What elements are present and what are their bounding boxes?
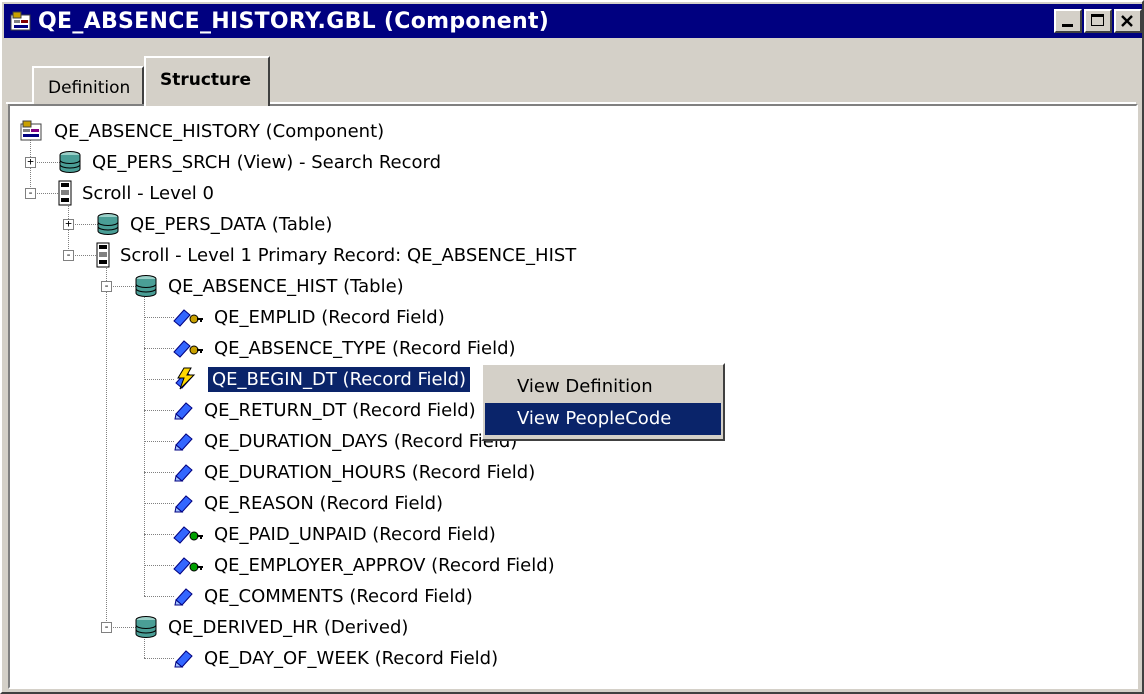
tree-connector-line (144, 472, 174, 473)
minimize-button[interactable] (1054, 9, 1082, 33)
tree-node-qe-absence-history[interactable]: QE_ABSENCE_HISTORY (Component) (20, 116, 388, 146)
tree-node-label: QE_ABSENCE_TYPE (Record Field) (214, 337, 516, 359)
menu-item-view-definition[interactable]: View Definition (485, 371, 721, 403)
tree-node-qe-paid-unpaid[interactable]: QE_PAID_UNPAID (Record Field) (172, 519, 500, 549)
tree-connector-line (144, 596, 174, 597)
tree-node-qe-employer-approv[interactable]: QE_EMPLOYER_APPROV (Record Field) (172, 550, 559, 580)
tab-structure[interactable]: Structure (144, 56, 270, 106)
field-icon (172, 586, 194, 606)
key-field-icon (172, 307, 204, 327)
maximize-icon (1091, 14, 1104, 26)
key-field-icon (172, 338, 204, 358)
tree-node-label: QE_EMPLID (Record Field) (214, 306, 445, 328)
close-icon (1121, 15, 1133, 27)
tree-connector-line (106, 262, 107, 627)
menu-item-view-peoplecode[interactable]: View PeopleCode (485, 403, 721, 435)
tree-node-label: QE_REASON (Record Field) (204, 492, 444, 514)
tree-node-label: QE_DAY_OF_WEEK (Record Field) (204, 647, 499, 669)
record-icon (58, 150, 82, 174)
tree-node-qe-derived-hr[interactable]: QE_DERIVED_HR (Derived) (134, 612, 412, 642)
tree-connector-line (144, 534, 174, 535)
component-icon (20, 120, 44, 142)
tab-strip: Definition Structure (6, 44, 1136, 106)
peoplecode-field-icon (172, 367, 202, 391)
minimize-icon (1062, 24, 1073, 27)
tree-node-label: QE_COMMENTS (Record Field) (204, 585, 473, 607)
tab-structure-label: Structure (160, 70, 252, 90)
close-button[interactable] (1114, 9, 1142, 33)
tree-connector-line (144, 348, 174, 349)
menu-item-view-peoplecode-label: View PeopleCode (517, 408, 672, 429)
tree-connector-line (144, 410, 174, 411)
tree-node-qe-comments[interactable]: QE_COMMENTS (Record Field) (172, 581, 477, 611)
tree-node-qe-duration-hours[interactable]: QE_DURATION_HOURS (Record Field) (172, 457, 539, 487)
tab-definition-label: Definition (48, 78, 131, 98)
scroll-icon (96, 242, 110, 268)
alt-key-field-icon (172, 524, 204, 544)
tree-node-label: QE_PERS_SRCH (View) - Search Record (92, 151, 442, 173)
tree-node-qe-absence-hist[interactable]: QE_ABSENCE_HIST (Table) (134, 271, 408, 301)
tree-node-qe-pers-srch[interactable]: QE_PERS_SRCH (View) - Search Record (58, 147, 445, 177)
tree-node-qe-duration-days[interactable]: QE_DURATION_DAYS (Record Field) (172, 426, 521, 456)
tree-node-scroll[interactable]: Scroll - Level 0 (58, 178, 218, 208)
field-icon (172, 462, 194, 482)
tree-node-qe-return-dt[interactable]: QE_RETURN_DT (Record Field) (172, 395, 480, 425)
tree-node-label: QE_PERS_DATA (Table) (130, 213, 333, 235)
tree-node-qe-reason[interactable]: QE_REASON (Record Field) (172, 488, 447, 518)
alt-key-field-icon (172, 555, 204, 575)
collapse-icon[interactable]: - (63, 249, 74, 261)
collapse-icon[interactable]: - (101, 280, 112, 292)
component-app-icon (10, 11, 31, 31)
tree-connector-line (144, 658, 174, 659)
tree-node-label: QE_DURATION_HOURS (Record Field) (204, 461, 536, 483)
record-icon (134, 615, 158, 639)
tree-node-label: QE_ABSENCE_HISTORY (Component) (54, 120, 385, 142)
record-icon (96, 212, 120, 236)
tree-node-qe-pers-data[interactable]: QE_PERS_DATA (Table) (96, 209, 336, 239)
field-icon (172, 400, 194, 420)
menu-item-view-definition-label: View Definition (517, 376, 653, 397)
tree-connector-line (144, 293, 145, 596)
expand-icon[interactable]: + (25, 156, 36, 168)
tree-node-qe-emplid[interactable]: QE_EMPLID (Record Field) (172, 302, 449, 332)
tree-connector-line (144, 441, 174, 442)
scroll-icon (58, 180, 72, 206)
tree-node-qe-day-of-week[interactable]: QE_DAY_OF_WEEK (Record Field) (172, 643, 502, 673)
tree-connector-line (144, 503, 174, 504)
field-icon (172, 431, 194, 451)
tree-connector-line (144, 565, 174, 566)
title-bar[interactable]: QE_ABSENCE_HISTORY.GBL (Component) (4, 4, 1142, 38)
tree-connector-line (144, 317, 174, 318)
collapse-icon[interactable]: - (101, 621, 112, 633)
tab-definition[interactable]: Definition (32, 66, 144, 104)
tree-node-label: QE_ABSENCE_HIST (Table) (168, 275, 404, 297)
field-icon (172, 493, 194, 513)
tree-node-label: QE_EMPLOYER_APPROV (Record Field) (214, 554, 555, 576)
tree-node-label: QE_PAID_UNPAID (Record Field) (214, 523, 496, 545)
field-icon (172, 648, 194, 668)
collapse-icon[interactable]: - (25, 187, 36, 199)
tree-node-qe-begin-dt[interactable]: QE_BEGIN_DT (Record Field) (172, 364, 471, 394)
tree-node-label: QE_DURATION_DAYS (Record Field) (204, 430, 518, 452)
window-title: QE_ABSENCE_HISTORY.GBL (Component) (38, 9, 550, 34)
expand-icon[interactable]: + (63, 218, 74, 230)
component-window: QE_ABSENCE_HISTORY.GBL (Component) Defin… (0, 0, 1144, 694)
maximize-button[interactable] (1084, 9, 1112, 33)
tree-node-label: Scroll - Level 1 Primary Record: QE_ABSE… (120, 244, 577, 266)
tree-node-label: QE_DERIVED_HR (Derived) (168, 616, 409, 638)
tree-connector-line (144, 379, 174, 380)
tree-node-qe-absence-type[interactable]: QE_ABSENCE_TYPE (Record Field) (172, 333, 520, 363)
tree-node-label: QE_RETURN_DT (Record Field) (204, 399, 476, 421)
record-icon (134, 274, 158, 298)
tree-node-label: Scroll - Level 0 (82, 182, 214, 204)
context-menu: View Definition View PeopleCode (481, 363, 725, 441)
tree-node-scroll[interactable]: Scroll - Level 1 Primary Record: QE_ABSE… (96, 240, 580, 270)
tree-node-label: QE_BEGIN_DT (Record Field) (208, 366, 471, 392)
